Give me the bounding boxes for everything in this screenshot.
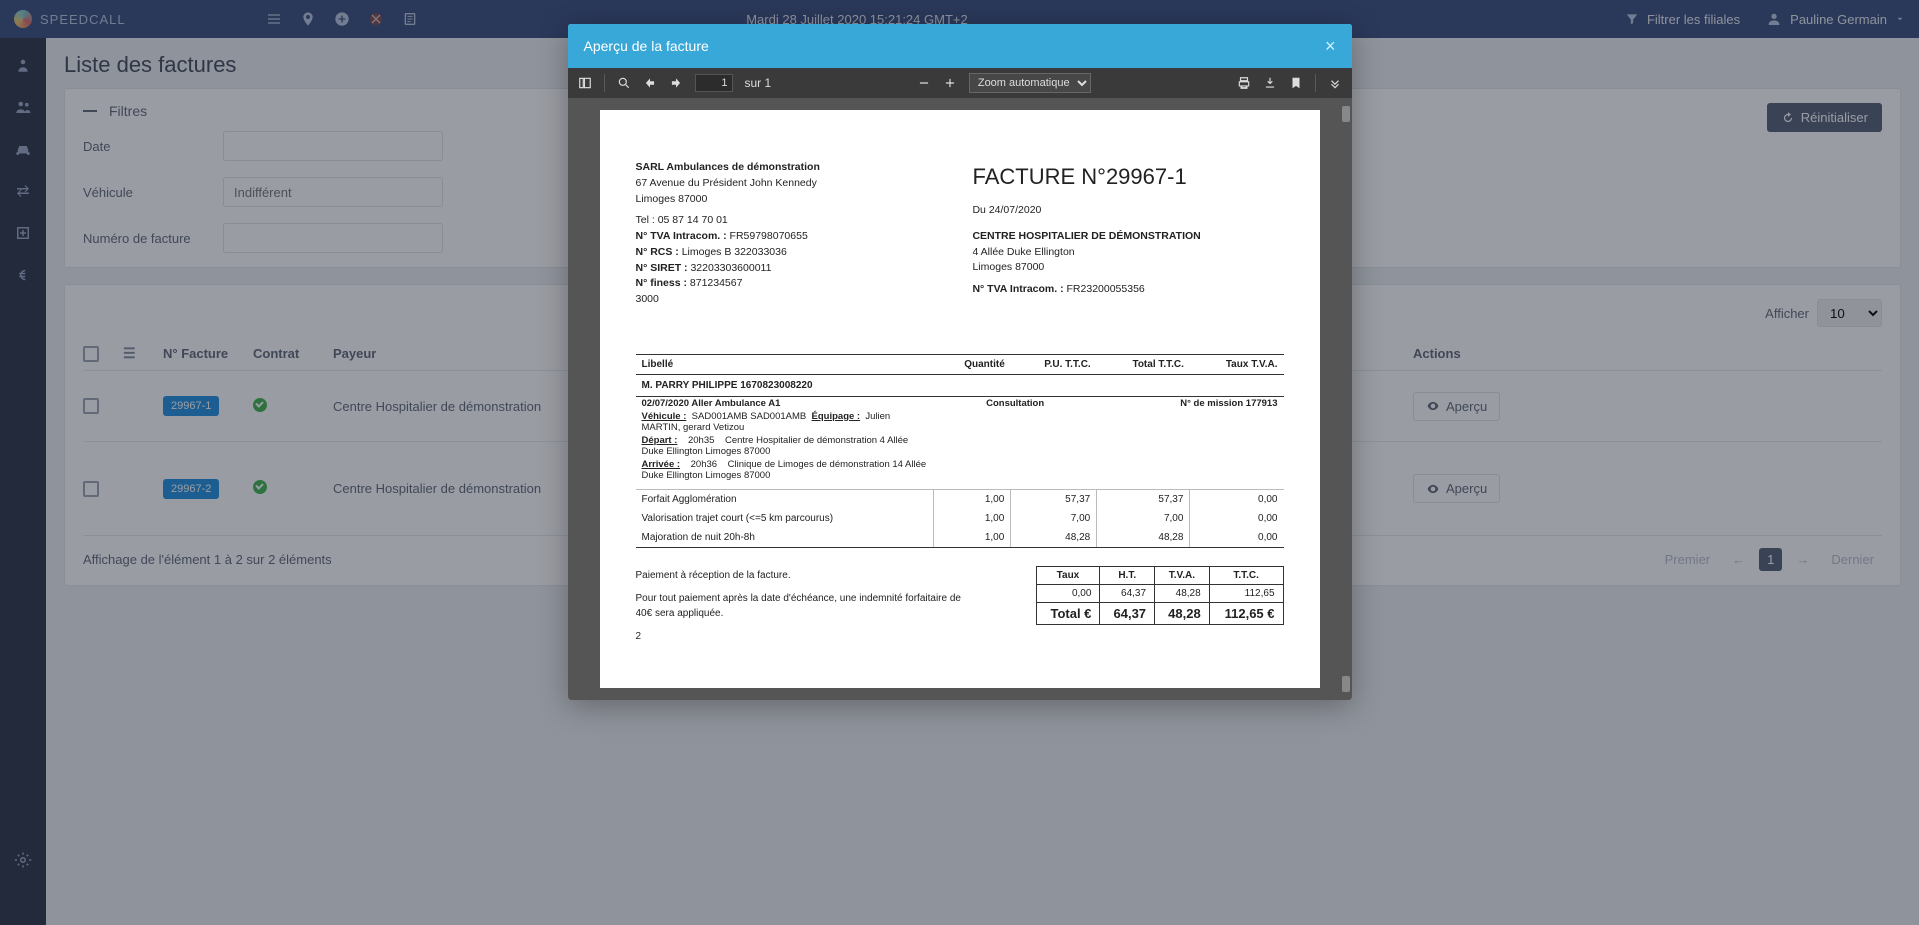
zoom-out-icon[interactable] [917,76,931,90]
t-h-ttc: T.T.C. [1209,566,1283,584]
note2: Pour tout paiement après la date d'échéa… [636,591,976,621]
pdf-page: SARL Ambulances de démonstration 67 Aven… [600,110,1320,688]
vehicule-value: SAD001AMB SAD001AMB [692,411,807,422]
issuer-city: Limoges 87000 [636,192,947,208]
tva-value: FR59798070655 [730,230,808,242]
line-taux: 0,00 [1190,509,1284,528]
line-taux: 0,00 [1190,489,1284,509]
t-h-ht: H.T. [1100,566,1155,584]
line-qte: 1,00 [934,489,1011,509]
issuer-name: SARL Ambulances de démonstration [636,160,947,176]
issuer-address: 67 Avenue du Président John Kennedy [636,176,947,192]
th-libelle: Libellé [636,354,934,374]
t-total-tva: 48,28 [1155,602,1210,624]
sidebar-toggle-icon[interactable] [578,76,592,90]
t-h-taux: Taux [1036,566,1100,584]
line-taux: 0,00 [1190,528,1284,548]
th-pu: P.U. T.T.C. [1011,354,1097,374]
recipient-name: CENTRE HOSPITALIER DE DÉMONSTRATION [972,229,1283,245]
t-taux: 0,00 [1036,584,1100,602]
inv-date-label: Du [972,204,985,216]
patient-line: M. PARRY PHILIPPE 1670823008220 [642,380,813,391]
tel-value: 05 87 14 70 01 [658,214,728,226]
line-label: Forfait Agglomération [636,489,934,509]
t-tva: 48,28 [1155,584,1210,602]
t-ht: 64,37 [1100,584,1155,602]
next-page-icon[interactable] [669,76,683,90]
prev-page-icon[interactable] [643,76,657,90]
trip-line: 02/07/2020 Aller Ambulance A1 [642,398,781,409]
line-qte: 1,00 [934,528,1011,548]
line-qte: 1,00 [934,509,1011,528]
recipient-tva: FR23200055356 [1067,283,1145,295]
depart-time: 20h35 [688,435,714,446]
bookmark-icon[interactable] [1289,76,1303,90]
pdf-toolbar: sur 1 Zoom automatique [568,68,1352,98]
tel-label: Tel : [636,214,655,226]
invoice-items-table: Libellé Quantité P.U. T.T.C. Total T.T.C… [636,354,1284,548]
search-icon[interactable] [617,76,631,90]
note3: 2 [636,629,976,644]
trip-type: Consultation [986,398,1044,409]
rcs-value: Limoges B 322033036 [682,246,787,258]
line-pu: 7,00 [1011,509,1097,528]
depart-loc: Centre Hospitalier de démonstration 4 Al… [642,435,909,457]
t-ttc: 112,65 [1209,584,1283,602]
t-total-ttc: 112,65 € [1209,602,1283,624]
zoom-select[interactable]: Zoom automatique [969,73,1091,93]
th-tot: Total T.T.C. [1097,354,1190,374]
t-h-tva: T.V.A. [1155,566,1210,584]
invoice-footer-notes: Paiement à réception de la facture. Pour… [636,568,976,644]
print-icon[interactable] [1237,76,1251,90]
mission-no: N° de mission 177913 [1180,398,1277,409]
vehicule-label: Véhicule : [642,411,687,422]
pdf-viewport[interactable]: SARL Ambulances de démonstration 67 Aven… [568,98,1352,700]
close-icon[interactable]: × [1325,36,1336,57]
more-tools-icon[interactable] [1328,76,1342,90]
t-total-ht: 64,37 [1100,602,1155,624]
issuer-extra: 3000 [636,292,947,308]
note1: Paiement à réception de la facture. [636,568,976,583]
line-tot: 48,28 [1097,528,1190,548]
modal-overlay[interactable]: Aperçu de la facture × sur 1 Zoom automa… [0,0,1919,925]
modal-header: Aperçu de la facture × [568,24,1352,68]
recipient-address: 4 Allée Duke Ellington [972,245,1283,261]
download-icon[interactable] [1263,76,1277,90]
modal-title: Aperçu de la facture [584,38,709,54]
depart-label: Départ : [642,435,678,446]
finess-label: N° finess : [636,277,687,289]
invoice-title: FACTURE N°29967-1 [972,160,1283,193]
recipient-city: Limoges 87000 [972,260,1283,276]
line-label: Valorisation trajet court (<=5 km parcou… [636,509,934,528]
line-tot: 7,00 [1097,509,1190,528]
arrivee-time: 20h36 [691,459,717,470]
recipient-tva-label: N° TVA Intracom. : [972,283,1063,295]
arrivee-label: Arrivée : [642,459,681,470]
scroll-thumb-top[interactable] [1342,106,1350,122]
invoice-totals: TauxH.T.T.V.A.T.T.C. 0,0064,3748,28112,6… [1036,566,1284,625]
line-pu: 57,37 [1011,489,1097,509]
finess-value: 871234567 [690,277,743,289]
th-taux: Taux T.V.A. [1190,354,1284,374]
page-total-label: sur 1 [745,76,772,90]
arrivee-loc: Clinique de Limoges de démonstration 14 … [642,459,927,481]
th-qte: Quantité [934,354,1011,374]
siret-label: N° SIRET : [636,262,688,274]
siret-value: 32203303600011 [690,262,771,274]
line-tot: 57,37 [1097,489,1190,509]
t-total-label: Total € [1036,602,1100,624]
equipage-label: Équipage : [812,411,861,422]
zoom-in-icon[interactable] [943,76,957,90]
scroll-thumb-bottom[interactable] [1342,676,1350,692]
invoice-preview-modal: Aperçu de la facture × sur 1 Zoom automa… [568,24,1352,700]
line-label: Majoration de nuit 20h-8h [636,528,934,548]
inv-date: 24/07/2020 [989,204,1042,216]
tva-label: N° TVA Intracom. : [636,230,727,242]
rcs-label: N° RCS : [636,246,679,258]
page-number-input[interactable] [695,74,733,92]
line-pu: 48,28 [1011,528,1097,548]
